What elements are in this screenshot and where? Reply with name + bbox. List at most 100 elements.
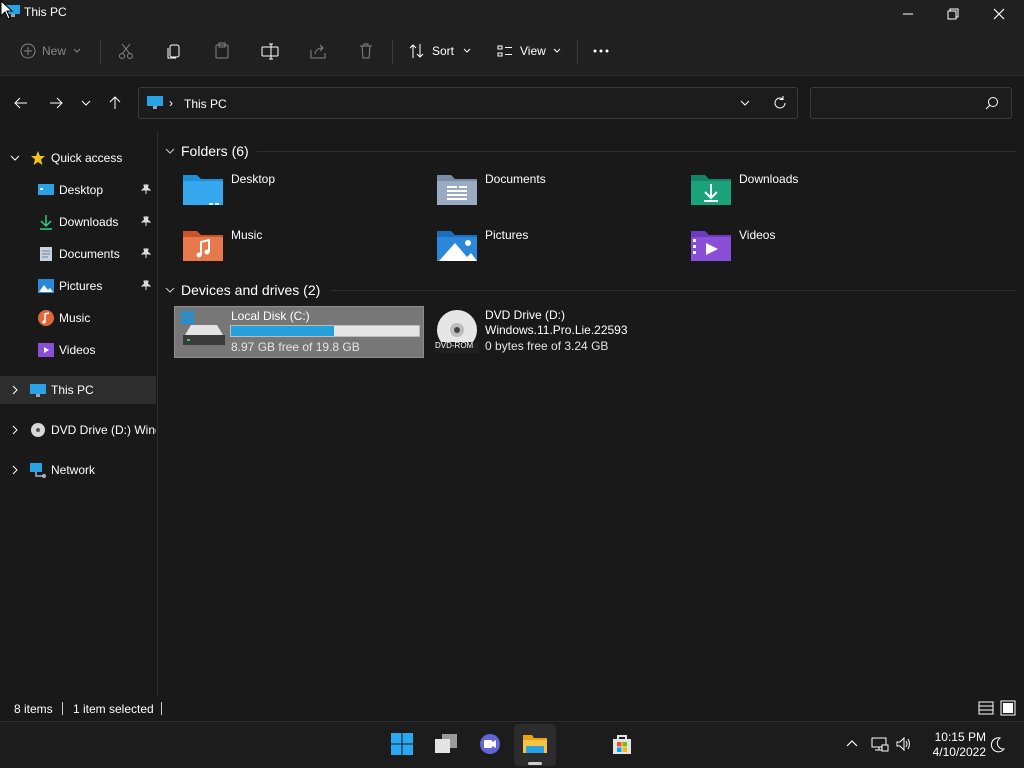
address-bar[interactable]: › This PC — [138, 87, 798, 119]
large-icons-view-icon[interactable] — [1000, 700, 1016, 716]
breadcrumb-separator-icon: › — [169, 96, 173, 110]
focus-assist-moon-icon[interactable] — [988, 736, 1006, 754]
folder-name: Desktop — [231, 172, 276, 186]
videos-folder-icon — [691, 231, 731, 261]
microsoft-store-button[interactable] — [608, 730, 636, 758]
sidebar-item-desktop[interactable]: Desktop — [0, 176, 156, 204]
window-title: This PC — [24, 5, 67, 19]
chevron-down-icon — [165, 148, 175, 154]
sidebar-item-label: Desktop — [59, 183, 104, 197]
rename-button[interactable] — [261, 38, 279, 64]
documents-folder-icon — [437, 175, 477, 205]
copy-button[interactable] — [165, 38, 183, 64]
file-explorer-button[interactable] — [521, 730, 549, 758]
pin-icon[interactable] — [141, 216, 151, 227]
chevron-down-icon — [81, 100, 91, 106]
sidebar-item-documents[interactable]: Documents — [0, 240, 156, 268]
chevron-right-icon[interactable] — [10, 425, 20, 435]
chevron-right-icon[interactable] — [10, 385, 20, 395]
chevron-down-icon[interactable] — [10, 153, 20, 163]
more-options-button[interactable] — [592, 38, 610, 64]
chevron-up-icon[interactable] — [845, 736, 859, 750]
network-status-icon[interactable] — [871, 736, 889, 752]
breadcrumb-this-pc[interactable]: This PC — [184, 97, 227, 111]
drive-tile-local-disk-c[interactable]: Local Disk (C:) 8.97 GB free of 19.8 GB — [174, 306, 424, 358]
folder-name: Downloads — [739, 172, 799, 186]
divider — [62, 702, 63, 715]
divider — [392, 40, 393, 64]
pictures-icon — [38, 279, 54, 293]
pin-icon[interactable] — [141, 280, 151, 291]
folder-name: Videos — [739, 228, 776, 242]
dvd-icon — [31, 423, 45, 437]
share-button[interactable] — [309, 38, 327, 64]
folder-tile-pictures[interactable]: Pictures — [429, 225, 679, 275]
folder-icon — [523, 735, 547, 753]
clock[interactable]: 10:15 PM 4/10/2022 — [922, 730, 986, 760]
divider — [577, 40, 578, 64]
windows-logo-icon — [391, 733, 413, 755]
folder-tile-downloads[interactable]: Downloads — [683, 169, 933, 219]
store-icon — [613, 735, 631, 754]
chevron-down-icon[interactable] — [737, 95, 753, 111]
drive-tile-dvd-d[interactable]: DVD-ROM DVD Drive (D:) Windows.11.Pro.Li… — [429, 306, 679, 358]
view-button[interactable]: View — [496, 38, 562, 64]
pin-icon[interactable] — [141, 184, 151, 195]
more-icon — [593, 49, 609, 53]
chevron-right-icon[interactable] — [10, 465, 20, 475]
folder-name: Documents — [485, 172, 546, 186]
new-label: New — [42, 44, 67, 58]
folder-tile-documents[interactable]: Documents — [429, 169, 679, 219]
sidebar-item-network[interactable]: Network — [0, 456, 156, 484]
sort-button[interactable]: Sort — [408, 38, 472, 64]
forward-button[interactable] — [44, 91, 68, 115]
chevron-down-icon — [73, 48, 81, 53]
start-button[interactable] — [388, 730, 416, 758]
pin-icon[interactable] — [141, 248, 151, 259]
minimize-button[interactable] — [885, 0, 931, 28]
search-box[interactable] — [810, 87, 1012, 119]
sidebar-item-label: Documents — [59, 247, 120, 261]
clock-time: 10:15 PM — [934, 730, 986, 744]
new-button[interactable]: New — [20, 38, 82, 64]
delete-icon — [360, 43, 372, 59]
folder-tile-music[interactable]: Music — [175, 225, 425, 275]
cut-button[interactable] — [117, 38, 135, 64]
add-icon — [20, 43, 36, 59]
refresh-icon[interactable] — [771, 94, 789, 112]
clock-date: 4/10/2022 — [932, 745, 986, 759]
paste-button[interactable] — [213, 38, 231, 64]
volume-icon[interactable] — [895, 736, 913, 752]
this-pc-icon — [30, 384, 46, 397]
pictures-folder-icon — [437, 231, 477, 261]
drive-name: Local Disk (C:) — [231, 309, 310, 323]
details-view-icon[interactable] — [978, 700, 994, 716]
close-button[interactable] — [976, 0, 1022, 28]
divider — [331, 290, 1017, 291]
sidebar-item-music[interactable]: Music — [0, 304, 156, 332]
cut-icon — [119, 43, 133, 59]
folder-tile-desktop[interactable]: Desktop — [175, 169, 425, 219]
back-button[interactable] — [9, 91, 33, 115]
teams-chat-button[interactable] — [476, 730, 504, 758]
sidebar-item-downloads[interactable]: Downloads — [0, 208, 156, 236]
sidebar-item-pictures[interactable]: Pictures — [0, 272, 156, 300]
sidebar-item-videos[interactable]: Videos — [0, 336, 156, 364]
dvd-rom-badge: DVD-ROM — [435, 341, 474, 350]
sidebar-item-dvd-drive[interactable]: DVD Drive (D:) Windows.11.Pro.Lie.22593 — [0, 416, 156, 444]
star-icon — [31, 151, 45, 165]
up-button[interactable] — [103, 91, 127, 115]
status-bar: 8 items 1 item selected — [0, 697, 1024, 721]
sidebar-item-quick-access[interactable]: Quick access — [0, 144, 156, 172]
sidebar-item-this-pc[interactable]: This PC — [0, 376, 156, 404]
minimize-icon — [903, 13, 913, 15]
folders-group-header[interactable]: Folders (6) — [165, 141, 249, 161]
restore-button[interactable] — [930, 0, 976, 28]
task-view-button[interactable] — [432, 730, 460, 758]
recent-locations-button[interactable] — [74, 91, 98, 115]
downloads-folder-icon — [691, 175, 731, 205]
copy-icon — [167, 44, 180, 59]
delete-button[interactable] — [357, 38, 375, 64]
folder-tile-videos[interactable]: Videos — [683, 225, 933, 275]
drives-group-header[interactable]: Devices and drives (2) — [165, 280, 320, 300]
